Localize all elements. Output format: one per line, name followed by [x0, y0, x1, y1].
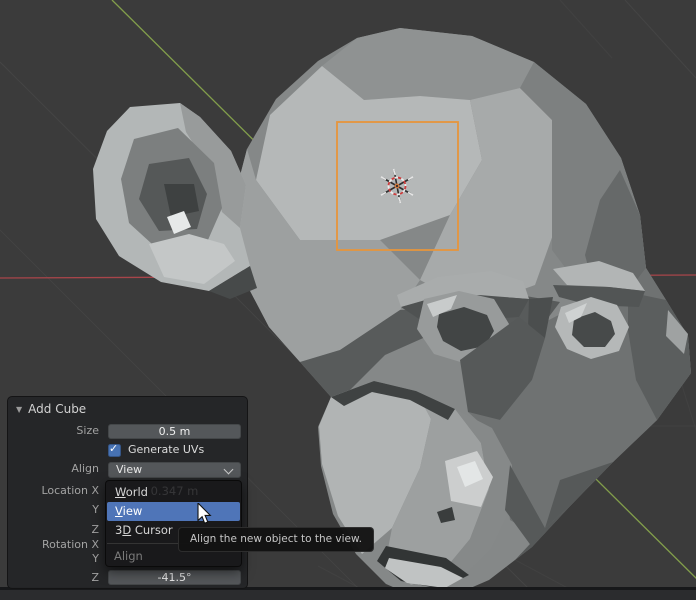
location-z-label: Z [91, 523, 99, 536]
rotation-x-label: Rotation X [41, 538, 99, 551]
size-label: Size [76, 424, 99, 437]
align-dropdown-menu: 0.347 m World View 3D Cursor Align [105, 480, 242, 567]
operator-panel-add-cube: ▼ Add Cube Size 0.5 m ✓ Generate UVs Alig… [7, 396, 248, 589]
size-field[interactable]: 0.5 m [108, 424, 241, 439]
generate-uvs-label: Generate UVs [128, 443, 205, 456]
rotation-z-label: Z [91, 571, 99, 584]
rotation-y-label: Y [92, 552, 99, 565]
panel-title: Add Cube [28, 402, 87, 416]
align-dropdown-value: View [116, 463, 143, 476]
chevron-down-icon [223, 464, 234, 475]
collapse-arrow-icon: ▼ [16, 405, 23, 414]
dropdown-item-view[interactable]: View [107, 502, 240, 521]
dropdown-item-world[interactable]: World [107, 483, 240, 502]
align-label: Align [71, 462, 99, 475]
tooltip-text: Align the new object to the view. [190, 533, 362, 545]
tooltip: Align the new object to the view. [178, 527, 374, 552]
location-y-label: Y [92, 503, 99, 516]
align-dropdown[interactable]: View [108, 462, 241, 478]
location-x-label: Location X [41, 484, 99, 497]
generate-uvs-checkbox[interactable]: ✓ [108, 442, 121, 457]
rotation-z-field[interactable]: -41.5° [108, 570, 241, 585]
panel-header[interactable]: ▼ Add Cube [16, 402, 86, 416]
checkmark-icon: ✓ [109, 442, 119, 455]
